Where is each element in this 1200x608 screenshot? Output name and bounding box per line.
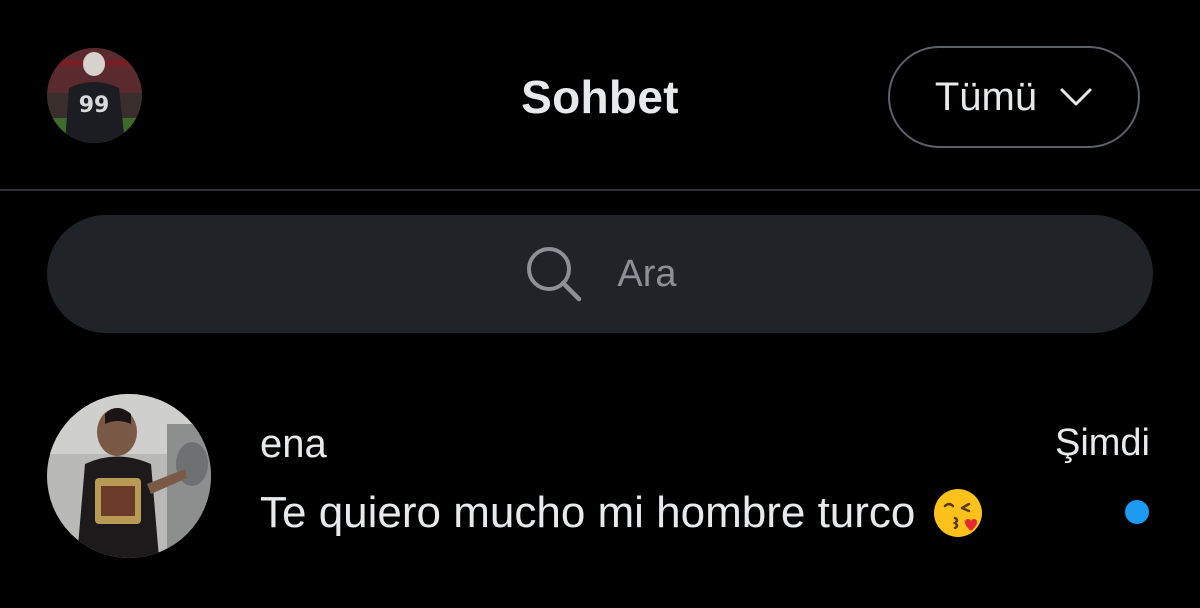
unread-indicator bbox=[1125, 500, 1149, 524]
contact-name: ena bbox=[260, 422, 327, 466]
filter-dropdown[interactable]: Tümü bbox=[888, 46, 1140, 148]
contact-avatar-image bbox=[47, 394, 211, 558]
avatar bbox=[47, 394, 211, 558]
search-placeholder: Ara bbox=[617, 252, 677, 295]
message-preview: Te quiero mucho mi hombre turco bbox=[260, 486, 985, 540]
message-time: Şimdi bbox=[1054, 422, 1150, 464]
filter-label: Tümü bbox=[934, 74, 1038, 119]
messages-screen: 99 Sohbet Tümü Ara ena Şimdi Te quiero m… bbox=[0, 0, 1200, 608]
chevron-down-icon bbox=[1060, 88, 1092, 106]
conversation-item[interactable]: ena Şimdi Te quiero mucho mi hombre turc… bbox=[0, 370, 1200, 580]
header-divider bbox=[0, 189, 1200, 191]
kissing-face-emoji-icon bbox=[931, 486, 985, 540]
search-input[interactable]: Ara bbox=[47, 215, 1153, 333]
message-text: Te quiero mucho mi hombre turco bbox=[260, 488, 916, 537]
search-icon bbox=[527, 247, 582, 302]
header: 99 Sohbet Tümü bbox=[0, 0, 1200, 190]
